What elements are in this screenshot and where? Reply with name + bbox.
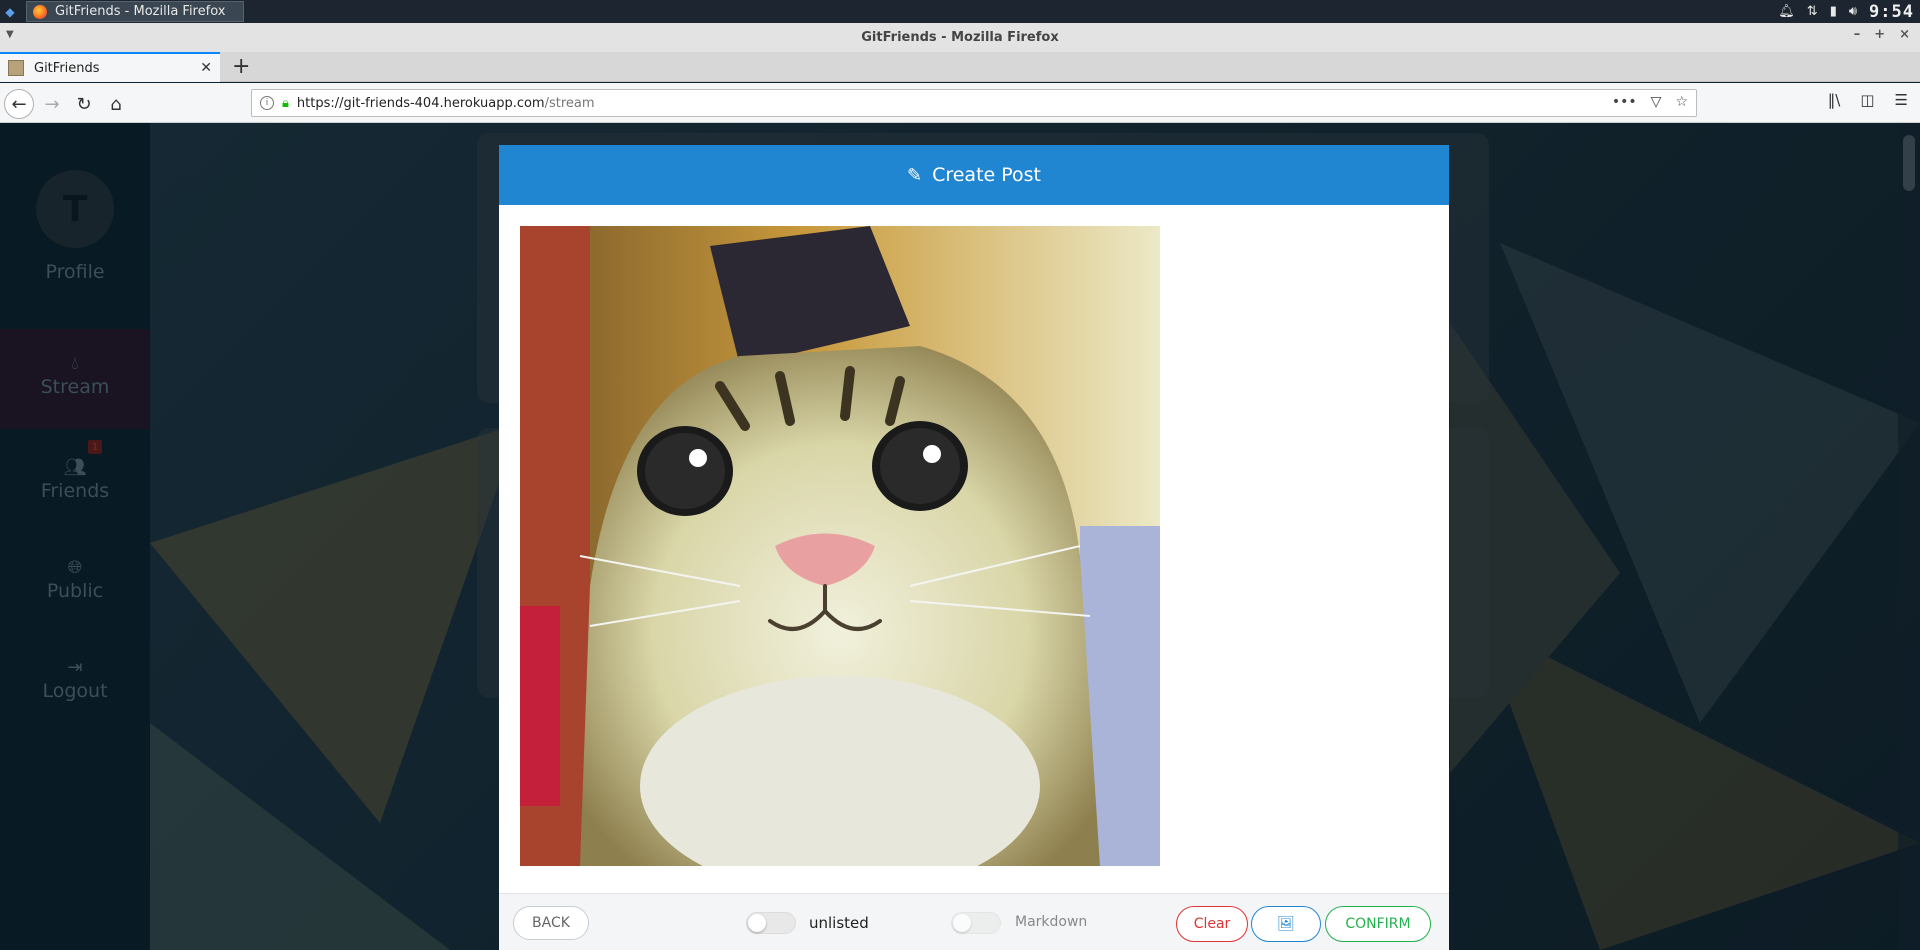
modal-body	[499, 205, 1449, 903]
sidebar-item-logout[interactable]: ⇥ Logout	[0, 657, 150, 702]
friends-badge: 1	[88, 440, 102, 454]
sidebar-item-label: Public	[46, 580, 104, 602]
drop-icon: 💧︎	[71, 353, 79, 374]
avatar[interactable]: T	[36, 170, 114, 248]
tab-strip: GitFriends ✕ +	[0, 52, 1920, 82]
sidebar-item-label: Profile	[45, 261, 105, 283]
back-arrow-icon[interactable]: ←	[4, 89, 34, 119]
modal-header: ✎ Create Post	[499, 145, 1449, 205]
taskbar-window-button[interactable]: GitFriends - Mozilla Firefox	[26, 1, 245, 22]
back-button[interactable]: BACK	[513, 906, 589, 940]
bookmark-star-icon[interactable]: ☆	[1675, 94, 1688, 110]
clear-button[interactable]: Clear	[1176, 906, 1248, 942]
battery-icon[interactable]: ▮	[1830, 4, 1837, 19]
cat-photo	[520, 226, 1160, 866]
sidebar-item-profile[interactable]: Profile	[0, 261, 150, 283]
sidebar-item-label: Logout	[42, 680, 108, 702]
close-tab-icon[interactable]: ✕	[200, 60, 212, 76]
reload-icon[interactable]: ↻	[70, 90, 98, 118]
os-menu-icon[interactable]: ◆	[0, 0, 20, 23]
volume-icon[interactable]: 🔊︎	[1849, 4, 1857, 19]
toggle-knob	[748, 914, 766, 932]
globe-icon: 🌐︎	[67, 557, 83, 578]
markdown-toggle[interactable]	[951, 912, 1001, 934]
confirm-button[interactable]: CONFIRM	[1325, 906, 1431, 942]
unlisted-toggle[interactable]	[746, 912, 796, 934]
hamburger-menu-icon[interactable]: ☰	[1895, 91, 1908, 109]
browser-tab[interactable]: GitFriends ✕	[0, 52, 220, 82]
modal-title: Create Post	[932, 164, 1042, 186]
url-path: /stream	[544, 95, 595, 111]
forward-arrow-icon[interactable]: →	[38, 90, 66, 118]
bell-icon[interactable]: 🔔︎	[1778, 4, 1795, 19]
os-taskbar: ◆ GitFriends - Mozilla Firefox 🔔︎ ⇅ ▮ 🔊︎…	[0, 0, 1920, 23]
markdown-label: Markdown	[1015, 914, 1088, 930]
network-icon[interactable]: ⇅	[1807, 4, 1818, 19]
sign-out-icon: ⇥	[67, 657, 83, 678]
sidebar-item-friends[interactable]: 👥︎ Friends	[0, 457, 150, 502]
lock-icon: 🔒︎	[282, 95, 289, 111]
modal-footer: BACK unlisted Markdown Clear 🖼︎ CONFIRM	[499, 893, 1449, 950]
window-title: GitFriends - Mozilla Firefox	[861, 30, 1059, 45]
scrollbar-thumb[interactable]	[1903, 135, 1915, 191]
minimize-icon[interactable]: –	[1854, 27, 1861, 42]
url-host: https://git-friends-404.herokuapp.com	[296, 95, 545, 111]
sidebar-toggle-icon[interactable]: ◫	[1860, 91, 1874, 109]
navigation-toolbar: ← → ↻ ⌂ i 🔒︎ https://git-friends-404.her…	[0, 83, 1920, 123]
close-window-icon[interactable]: ×	[1899, 27, 1910, 42]
info-icon[interactable]: i	[260, 96, 274, 110]
image-icon: 🖼︎	[1277, 916, 1295, 932]
window-menu-icon[interactable]: ▼	[6, 29, 14, 40]
page-scrollbar[interactable]	[1898, 123, 1920, 950]
library-icon[interactable]: ‖\	[1828, 91, 1841, 109]
window-titlebar: ▼ GitFriends - Mozilla Firefox – + ×	[0, 23, 1920, 52]
sidebar-item-label: Friends	[40, 480, 110, 502]
post-image-preview	[520, 226, 1160, 866]
sidebar-item-stream[interactable]: 💧︎ Stream	[0, 329, 150, 429]
maximize-icon[interactable]: +	[1874, 27, 1885, 42]
firefox-icon	[33, 4, 47, 19]
pocket-icon[interactable]: ▽	[1651, 94, 1662, 110]
tab-favicon	[8, 60, 24, 76]
home-icon[interactable]: ⌂	[102, 90, 130, 118]
taskbar-window-title: GitFriends - Mozilla Firefox	[55, 4, 226, 19]
users-icon: 👥︎	[63, 457, 87, 478]
clock: 9:54	[1869, 1, 1914, 22]
create-post-modal: ✎ Create Post BACK unlisted Markdown Cle…	[499, 145, 1449, 950]
url-bar[interactable]: i 🔒︎ https://git-friends-404.herokuapp.c…	[251, 89, 1697, 117]
new-tab-icon[interactable]: +	[232, 54, 250, 79]
toggle-knob	[953, 914, 971, 932]
system-tray: 🔔︎ ⇅ ▮ 🔊︎ 9:54	[1778, 0, 1920, 23]
sidebar-item-label: Stream	[40, 376, 110, 398]
sidebar: T Profile 💧︎ Stream 👥︎ Friends 1 🌐︎ Publ…	[0, 123, 150, 950]
pencil-icon: ✎	[906, 164, 923, 186]
unlisted-label: unlisted	[809, 914, 869, 932]
tab-title: GitFriends	[34, 60, 100, 76]
sidebar-item-public[interactable]: 🌐︎ Public	[0, 557, 150, 602]
page-actions-icon[interactable]: •••	[1612, 94, 1637, 110]
add-image-button[interactable]: 🖼︎	[1251, 906, 1321, 942]
